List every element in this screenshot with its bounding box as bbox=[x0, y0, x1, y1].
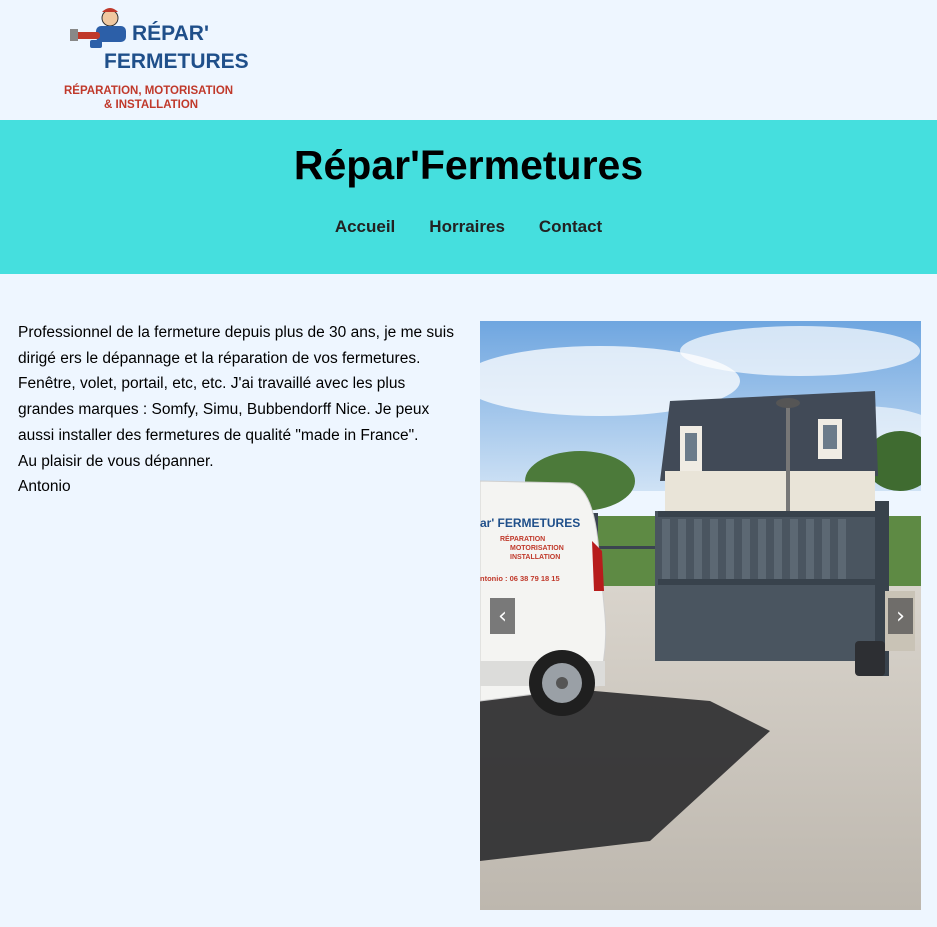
nav-contact[interactable]: Contact bbox=[539, 217, 602, 237]
logo-graphic: RÉPAR' FERMETURES RÉPARATION, MOTORISATI… bbox=[64, 8, 249, 111]
logo-line2: FERMETURES bbox=[104, 50, 249, 73]
main-nav: Accueil Horraires Contact bbox=[0, 217, 937, 237]
logo-tagline-1: RÉPARATION, MOTORISATION bbox=[64, 84, 233, 97]
nav-accueil[interactable]: Accueil bbox=[335, 217, 395, 237]
site-logo[interactable]: RÉPAR' FERMETURES RÉPARATION, MOTORISATI… bbox=[60, 2, 250, 114]
van-sub3: INSTALLATION bbox=[510, 554, 560, 561]
carousel-prev-button[interactable]: ‹ bbox=[490, 598, 515, 634]
chevron-right-icon: › bbox=[896, 603, 905, 629]
page-title: Répar'Fermetures bbox=[293, 142, 644, 188]
mascot-icon bbox=[70, 8, 126, 48]
logo-tagline-2: & INSTALLATION bbox=[104, 99, 198, 111]
intro-closing: Au plaisir de vous dépanner. bbox=[18, 452, 214, 470]
van-phone: ntonio : 06 38 79 18 15 bbox=[480, 574, 560, 583]
van-brand: ar' FERMETURES bbox=[480, 516, 580, 530]
photo-carousel[interactable]: ar' FERMETURES RÉPARATION MOTORISATION I… bbox=[480, 321, 921, 910]
carousel-next-button[interactable]: › bbox=[888, 598, 913, 634]
logo-line1: RÉPAR' bbox=[132, 22, 209, 45]
intro-signature: Antonio bbox=[18, 478, 71, 496]
nav-horraires[interactable]: Horraires bbox=[429, 217, 505, 237]
intro-paragraph: Professionnel de la fermeture depuis plu… bbox=[18, 324, 454, 444]
intro-text: Professionnel de la fermeture depuis plu… bbox=[18, 320, 458, 500]
carousel-photo: ar' FERMETURES RÉPARATION MOTORISATION I… bbox=[480, 321, 921, 910]
van-sub2: MOTORISATION bbox=[510, 545, 564, 552]
chevron-left-icon: ‹ bbox=[498, 603, 507, 629]
header-banner: Répar'Fermetures Accueil Horraires Conta… bbox=[0, 120, 937, 274]
van-sub1: RÉPARATION bbox=[500, 534, 545, 543]
